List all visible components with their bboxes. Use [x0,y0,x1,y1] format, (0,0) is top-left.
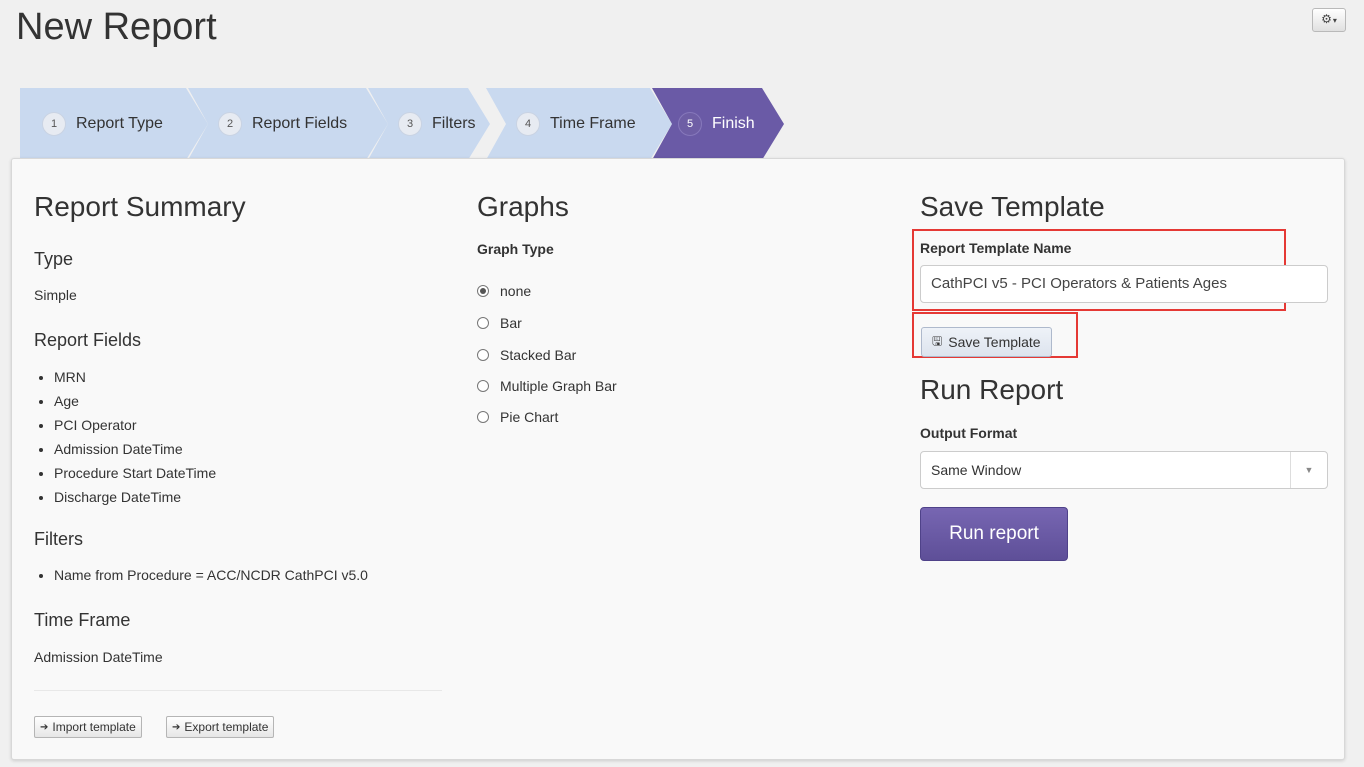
graph-option-pie-chart[interactable]: Pie Chart [477,409,558,425]
gear-icon: ⚙ [1321,12,1332,26]
save-template-button[interactable]: 🖫 Save Template [921,327,1052,357]
graph-option-bar[interactable]: Bar [477,315,522,331]
report-summary-title: Report Summary [34,191,246,222]
list-item: Admission DateTime [54,437,216,461]
list-item: Procedure Start DateTime [54,461,216,485]
run-report-title: Run Report [920,374,1064,405]
step-number: 4 [516,112,540,136]
report-panel: Report Summary Type Simple Report Fields… [11,158,1345,760]
wizard-step-filters[interactable]: 3 Filters [368,88,490,160]
floppy-disk-icon: 🖫 [932,333,943,348]
radio-button[interactable] [477,349,489,361]
step-label: Time Frame [550,115,636,132]
wizard-step-time-frame[interactable]: 4 Time Frame [486,88,672,160]
graph-option-stacked-bar[interactable]: Stacked Bar [477,347,576,363]
save-template-title: Save Template [920,191,1105,222]
list-item: Discharge DateTime [54,485,216,509]
step-label: Report Fields [252,115,348,132]
run-report-button[interactable]: Run report [920,507,1068,561]
type-heading: Type [34,249,74,269]
export-icon: ➔ [172,721,181,733]
step-number: 1 [42,112,66,136]
chevron-down-icon: ▼ [1290,452,1327,488]
wizard-step-report-type[interactable]: 1 Report Type [20,88,210,160]
wizard-step-report-fields[interactable]: 2 Report Fields [188,88,388,160]
graph-option-none[interactable]: none [477,283,531,299]
import-template-button[interactable]: ➔ Import template [34,716,142,738]
page-title: New Report [16,6,217,48]
report-fields-heading: Report Fields [34,330,142,350]
step-number: 3 [398,112,422,136]
output-format-select[interactable]: Same Window ▼ [920,451,1328,489]
step-label: Finish [712,115,755,132]
export-template-button[interactable]: ➔ Export template [166,716,275,738]
list-item: Age [54,389,216,413]
step-label: Filters [432,115,476,132]
import-icon: ➔ [40,721,49,733]
list-item: PCI Operator [54,413,216,437]
filters-list: Name from Procedure = ACC/NCDR CathPCI v… [34,563,368,587]
radio-button[interactable] [477,285,489,297]
report-fields-list: MRN Age PCI Operator Admission DateTime … [34,365,216,509]
graph-option-multiple-graph-bar[interactable]: Multiple Graph Bar [477,378,617,394]
radio-button[interactable] [477,317,489,329]
step-label: Report Type [76,115,163,132]
report-template-name-label: Report Template Name [920,240,1072,256]
wizard-step-finish[interactable]: 5 Finish [652,88,784,160]
time-frame-value: Admission DateTime [34,649,163,665]
graph-type-label: Graph Type [477,241,554,257]
step-number: 5 [678,112,702,136]
filters-heading: Filters [34,529,83,549]
time-frame-heading: Time Frame [34,610,131,630]
list-item: Name from Procedure = ACC/NCDR CathPCI v… [54,563,368,587]
settings-dropdown-button[interactable]: ⚙▾ [1312,8,1346,32]
radio-button[interactable] [477,380,489,392]
type-value: Simple [34,287,77,303]
divider [34,690,442,691]
caret-down-icon: ▾ [1332,16,1337,25]
step-number: 2 [218,112,242,136]
output-format-label: Output Format [920,425,1018,441]
graphs-title: Graphs [477,191,569,222]
list-item: MRN [54,365,216,389]
report-template-name-input[interactable]: CathPCI v5 - PCI Operators & Patients Ag… [920,265,1328,303]
wizard-steps: 1 Report Type 2 Report Fields 3 Filters … [20,88,800,160]
radio-button[interactable] [477,411,489,423]
